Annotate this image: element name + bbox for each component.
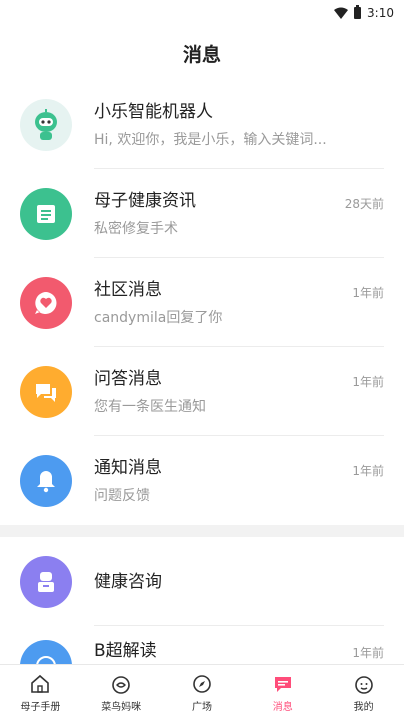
battery-icon [354,5,362,19]
message-title: 健康咨询 [94,571,162,592]
message-time: 1年前 [352,375,384,389]
robot-icon [35,108,57,140]
tab-mine[interactable]: 我的 [323,665,404,720]
newspaper-icon [37,204,55,223]
bell-icon [37,470,55,492]
compass-icon [193,674,211,693]
message-preview: 问题反馈 [94,487,150,504]
community-avatar [20,276,72,329]
status-bar: 3:10 [0,0,404,26]
profile-icon [354,675,373,694]
tab-bar: 母子手册 菜鸟妈咪 广场 消息 我的 [0,664,404,720]
tab-label: 我的 [353,701,374,713]
home-icon [31,674,50,693]
qa-avatar [20,365,72,418]
message-preview: candymila回复了你 [94,309,223,326]
tab-messages[interactable]: 消息 [242,665,323,720]
message-item-consult[interactable]: 健康咨询 [0,537,404,626]
tab-label: 母子手册 [20,701,61,713]
doctor-icon [38,571,54,592]
message-item-notice[interactable]: 通知消息 问题反馈 1年前 [0,436,404,525]
tab-handbook[interactable]: 母子手册 [0,665,81,720]
message-time: 1年前 [352,464,384,478]
tab-square[interactable]: 广场 [162,665,243,720]
section-gap [0,525,404,537]
message-time: 28天前 [344,197,384,211]
chat-icon [36,383,56,402]
egg-icon [112,675,130,694]
tab-label: 广场 [191,701,212,713]
robot-avatar [20,98,72,151]
message-list: 小乐智能机器人 Hi, 欢迎你，我是小乐，输入关键词... 母子健康资讯 私密修… [0,80,404,692]
message-item-community[interactable]: 社区消息 candymila回复了你 1年前 [0,258,404,347]
consult-avatar [20,555,72,608]
wifi-icon [334,7,349,19]
health-news-avatar [20,187,72,240]
message-time: 1年前 [352,646,384,660]
heart-bubble-icon [35,291,57,314]
message-item-robot[interactable]: 小乐智能机器人 Hi, 欢迎你，我是小乐，输入关键词... [0,80,404,169]
message-icon [274,676,291,692]
message-time: 1年前 [352,286,384,300]
message-item-qa[interactable]: 问答消息 您有一条医生通知 1年前 [0,347,404,436]
message-title: 小乐智能机器人 [94,101,213,122]
notice-avatar [20,454,72,507]
status-time: 3:10 [367,6,394,20]
message-item-health-news[interactable]: 母子健康资讯 私密修复手术 28天前 [0,169,404,258]
message-preview: 私密修复手术 [94,220,178,237]
tab-label: 菜鸟妈咪 [101,701,142,713]
tab-newbie-mom[interactable]: 菜鸟妈咪 [81,665,162,720]
tab-label: 消息 [272,701,293,713]
page-title: 消息 [182,44,221,66]
message-preview: 您有一条医生通知 [94,398,206,415]
message-preview: Hi, 欢迎你，我是小乐，输入关键词... [94,131,327,148]
